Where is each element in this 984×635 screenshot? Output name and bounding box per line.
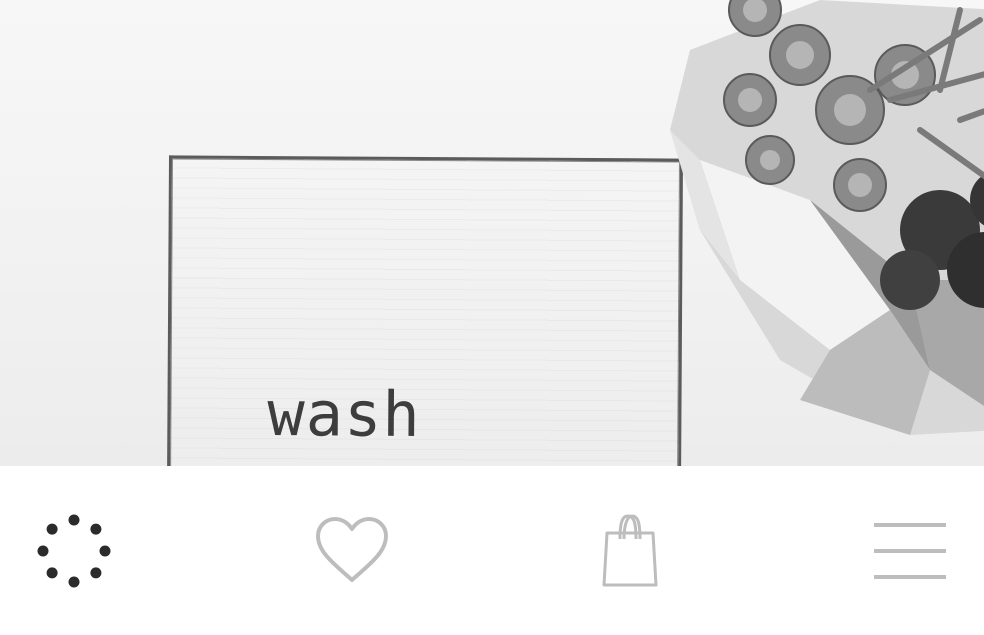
tab-favorites[interactable]: heart-icon bbox=[280, 466, 424, 635]
succulent-plant-pot bbox=[670, 0, 984, 435]
loading-spinner-icon bbox=[37, 514, 111, 587]
shopping-bag-icon bbox=[602, 513, 658, 586]
tab-menu[interactable]: hamburger-menu-icon bbox=[836, 466, 984, 635]
tab-home[interactable]: loading-spinner-icon bbox=[0, 466, 148, 635]
hero-image: wash bbox=[0, 0, 984, 466]
sign-word: wash bbox=[267, 377, 421, 451]
wooden-sign: wash bbox=[166, 155, 684, 466]
bottom-tab-bar: loading-spinner-icon heart-icon shopping… bbox=[0, 466, 984, 635]
heart-icon bbox=[316, 516, 388, 582]
tab-bag[interactable]: shopping-bag-icon bbox=[558, 466, 702, 635]
hamburger-menu-icon bbox=[874, 522, 946, 579]
